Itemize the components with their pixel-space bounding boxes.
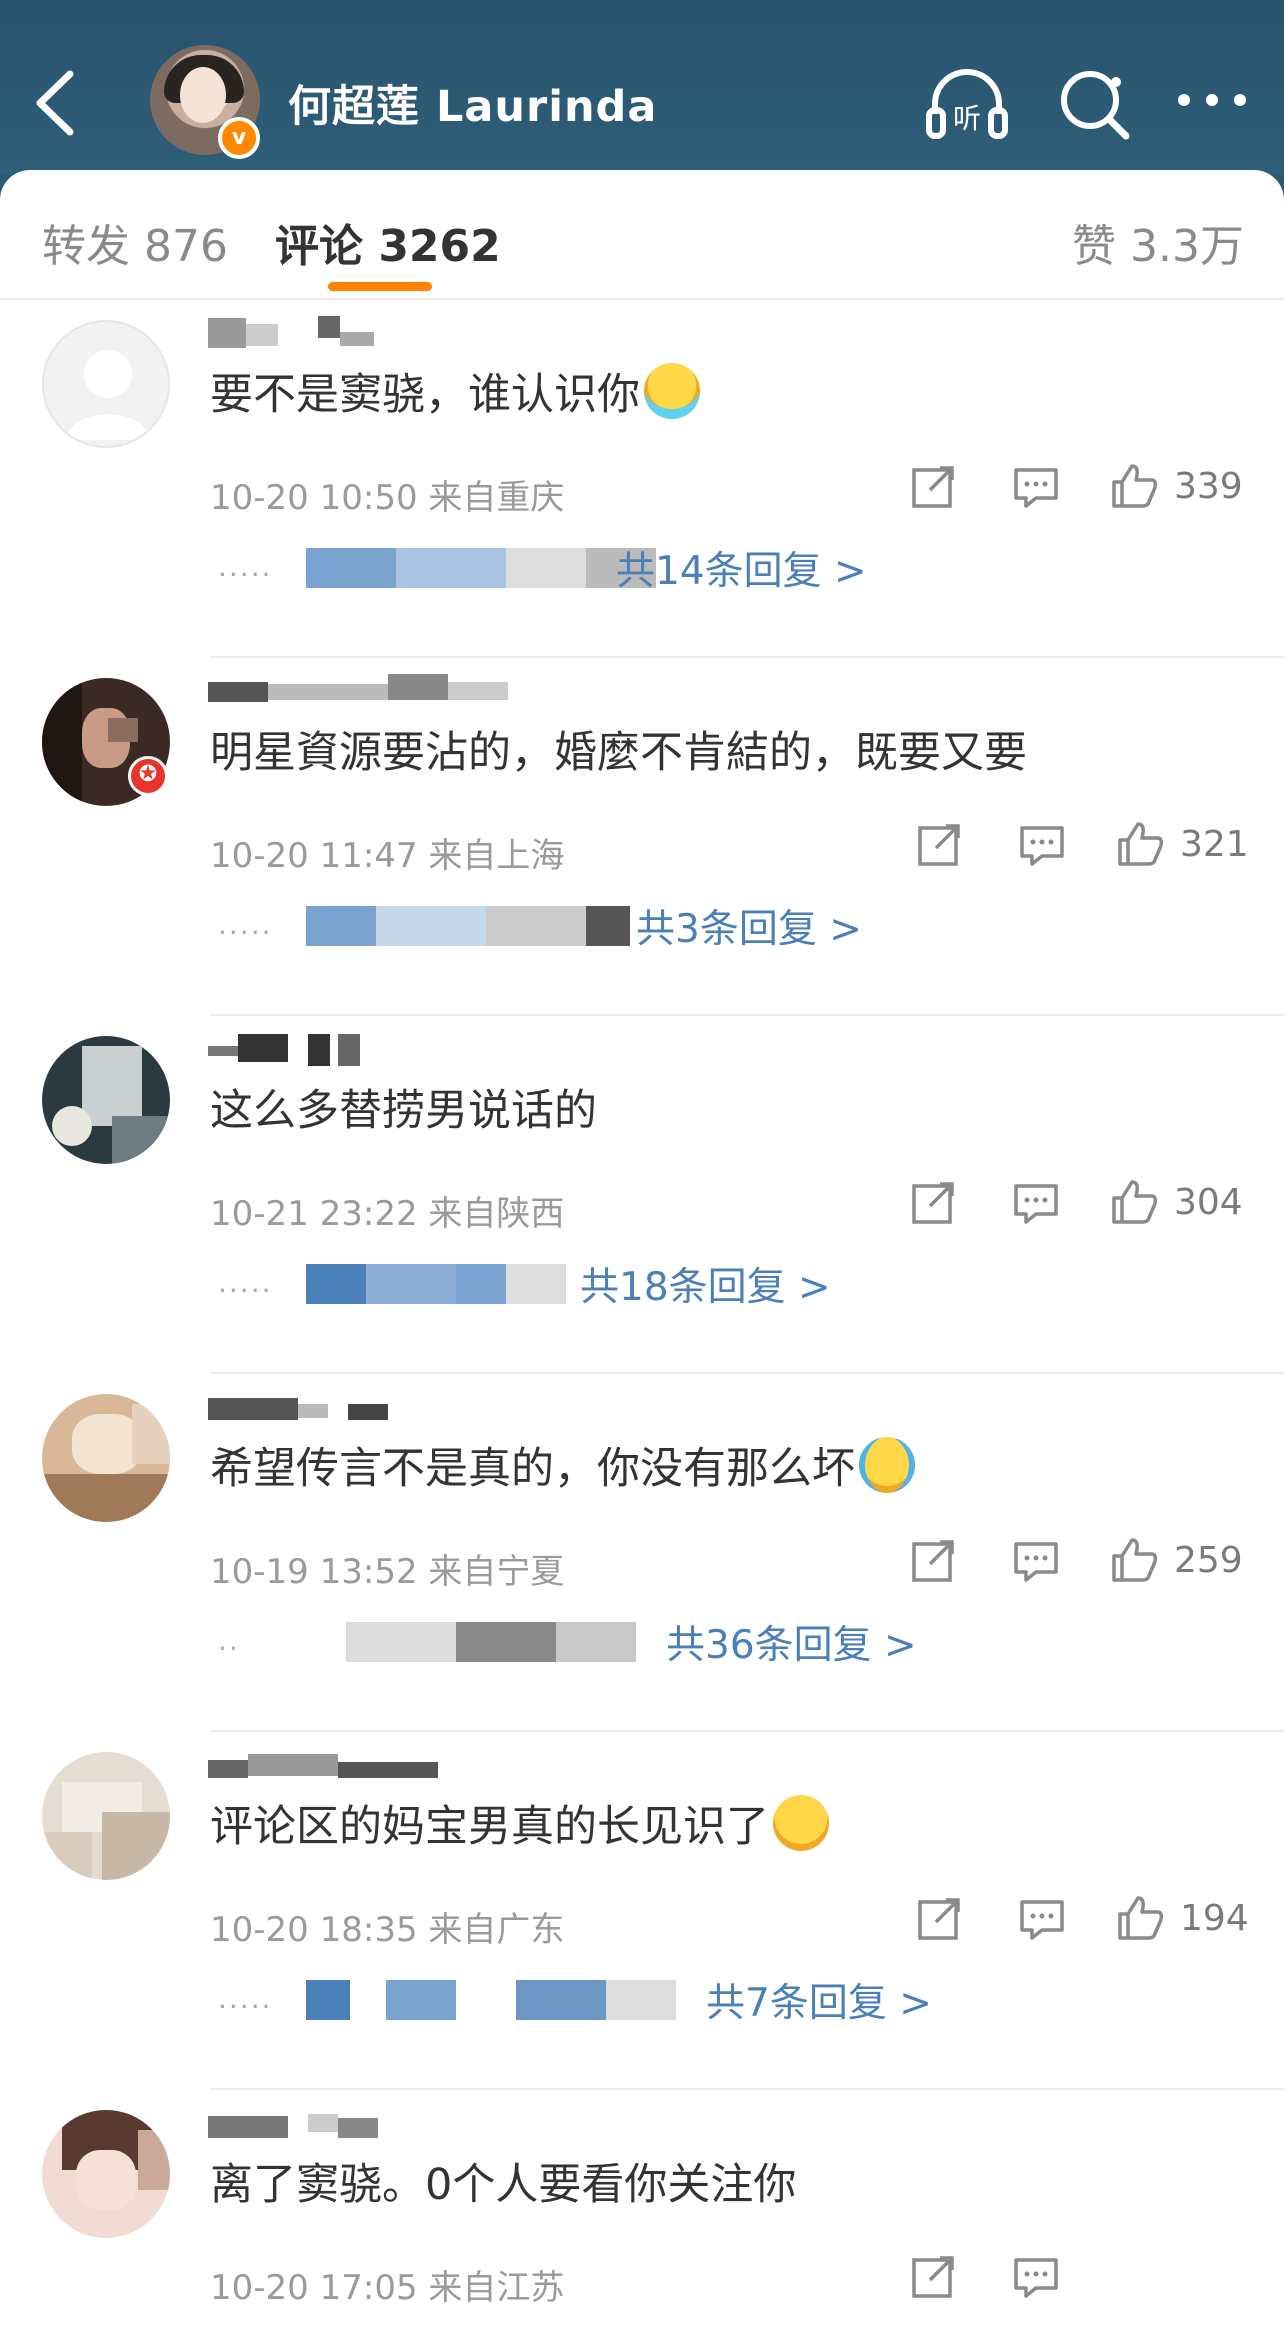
reply-summary[interactable]: ····· 共14条回复 >: [210, 540, 1110, 596]
comment-text: 明星資源要沾的，婚麼不肯結的，既要又要: [210, 728, 1027, 778]
reply-summary[interactable]: ····· 共7条回复 >: [210, 1972, 1110, 2028]
back-arrow-icon[interactable]: [32, 68, 78, 138]
like-count: 194: [1180, 1898, 1249, 1939]
like-count: 259: [1174, 1540, 1243, 1581]
reply-summary[interactable]: ····· 共3条回复 >: [210, 898, 1110, 954]
search-icon[interactable]: [1052, 62, 1136, 146]
reply-comment-icon[interactable]: [1010, 1176, 1062, 1228]
reply-comment-icon[interactable]: [1016, 818, 1068, 870]
comment-item: 要不是窦骁，谁认识你 10-20 10:50 来自重庆 339 ····· 共1…: [0, 300, 1284, 658]
commenter-avatar[interactable]: [42, 1394, 170, 1522]
comment-item: 评论区的妈宝男真的长见识了 10-20 18:35 来自广东 194 ·····…: [0, 1732, 1284, 2090]
share-icon[interactable]: [908, 2250, 960, 2302]
crying-face-icon: [859, 1437, 915, 1493]
member-badge-icon: ✪: [128, 756, 168, 796]
comment-text: 评论区的妈宝男真的长见识了: [210, 1792, 829, 1854]
view-replies-link[interactable]: 共14条回复 >: [616, 540, 867, 596]
comment-text: 要不是窦骁，谁认识你: [210, 360, 700, 422]
commenter-name-mosaic[interactable]: [208, 1384, 428, 1430]
share-icon[interactable]: [908, 460, 960, 512]
view-replies-link[interactable]: 共18条回复 >: [580, 1256, 831, 1312]
like-thumb-icon[interactable]: [1108, 1176, 1160, 1228]
commenter-avatar[interactable]: [42, 1752, 170, 1880]
tab-bar: 转发 876 评论 3262 赞 3.3万: [0, 170, 1284, 300]
comment-item: 这么多替捞男说话的 10-21 23:22 来自陕西 304 ····· 共18…: [0, 1016, 1284, 1374]
commenter-name-mosaic[interactable]: [208, 2100, 428, 2146]
more-options-icon[interactable]: [1170, 62, 1254, 146]
active-tab-indicator: [328, 282, 432, 291]
reply-dots: ·····: [218, 916, 273, 949]
like-count: 339: [1174, 466, 1243, 507]
view-replies-link[interactable]: 共3条回复 >: [636, 898, 862, 954]
reply-comment-icon[interactable]: [1010, 1534, 1062, 1586]
share-icon[interactable]: [908, 1176, 960, 1228]
like-thumb-icon[interactable]: [1114, 818, 1166, 870]
commenter-avatar[interactable]: [42, 1036, 170, 1164]
reply-dots: ·····: [218, 1274, 273, 1307]
comment-meta: 10-20 10:50 来自重庆: [210, 478, 565, 518]
listen-label: 听: [953, 102, 981, 135]
tab-like[interactable]: 赞 3.3万: [1072, 210, 1244, 274]
reply-names-mosaic: [306, 1264, 366, 1304]
commenter-avatar[interactable]: [42, 320, 170, 448]
like-thumb-icon[interactable]: [1114, 1892, 1166, 1944]
listen-headphones-icon[interactable]: 听: [925, 62, 1009, 146]
reply-dots: ·····: [218, 1990, 273, 2023]
verified-badge-icon: v: [218, 117, 260, 159]
comment-text: 离了窦骁。0个人要看你关注你: [210, 2160, 797, 2210]
view-replies-link[interactable]: 共36条回复 >: [666, 1614, 917, 1670]
reply-summary[interactable]: ····· 共18条回复 >: [210, 1256, 1110, 1312]
commenter-name-mosaic[interactable]: [208, 1742, 438, 1788]
comment-text: 希望传言不是真的，你没有那么坏: [210, 1434, 915, 1496]
reply-dots: ··: [218, 1632, 240, 1665]
reply-names-mosaic: [306, 548, 396, 588]
reply-summary[interactable]: ·· 共36条回复 >: [210, 1614, 1110, 1670]
like-thumb-icon[interactable]: [1108, 1534, 1160, 1586]
commenter-name-mosaic[interactable]: [208, 310, 428, 356]
comment-text: 这么多替捞男说话的: [210, 1086, 597, 1136]
comment-item: 希望传言不是真的，你没有那么坏 10-19 13:52 来自宁夏 259 ·· …: [0, 1374, 1284, 1732]
reply-names-mosaic: [306, 1980, 350, 2020]
commenter-name-mosaic[interactable]: [208, 668, 508, 714]
commenter-avatar[interactable]: [42, 2110, 170, 2238]
reply-dots: ·····: [218, 558, 273, 591]
like-count: 321: [1180, 824, 1249, 865]
tab-repost[interactable]: 转发 876: [42, 210, 228, 274]
reply-names-mosaic: [306, 906, 376, 946]
reply-comment-icon[interactable]: [1016, 1892, 1068, 1944]
comment-item: 离了窦骁。0个人要看你关注你 10-20 17:05 来自江苏: [0, 2090, 1284, 2334]
top-bar: v 何超莲 Laurinda 听: [0, 0, 1284, 175]
comment-meta: 10-20 11:47 来自上海: [210, 836, 565, 876]
comment-meta: 10-20 17:05 来自江苏: [210, 2268, 565, 2308]
like-thumb-icon[interactable]: [1108, 460, 1160, 512]
share-icon[interactable]: [914, 818, 966, 870]
comment-meta: 10-20 18:35 来自广东: [210, 1910, 565, 1950]
like-count: 304: [1174, 1182, 1243, 1223]
profile-name[interactable]: 何超莲 Laurinda: [288, 72, 657, 134]
reply-comment-icon[interactable]: [1010, 2250, 1062, 2302]
comment-meta: 10-19 13:52 来自宁夏: [210, 1552, 565, 1592]
smirk-face-icon: [773, 1795, 829, 1851]
share-icon[interactable]: [908, 1534, 960, 1586]
comment-item: ✪ 明星資源要沾的，婚麼不肯結的，既要又要 10-20 11:47 来自上海 3…: [0, 658, 1284, 1016]
view-replies-link[interactable]: 共7条回复 >: [706, 1972, 932, 2028]
comment-meta: 10-21 23:22 来自陕西: [210, 1194, 565, 1234]
commenter-name-mosaic[interactable]: [208, 1026, 428, 1072]
reply-comment-icon[interactable]: [1010, 460, 1062, 512]
share-icon[interactable]: [914, 1892, 966, 1944]
bottom-fade-overlay: [1070, 2240, 1284, 2334]
tab-comment[interactable]: 评论 3262: [275, 210, 501, 274]
vomit-face-icon: [644, 363, 700, 419]
reply-names-mosaic: [346, 1622, 456, 1662]
